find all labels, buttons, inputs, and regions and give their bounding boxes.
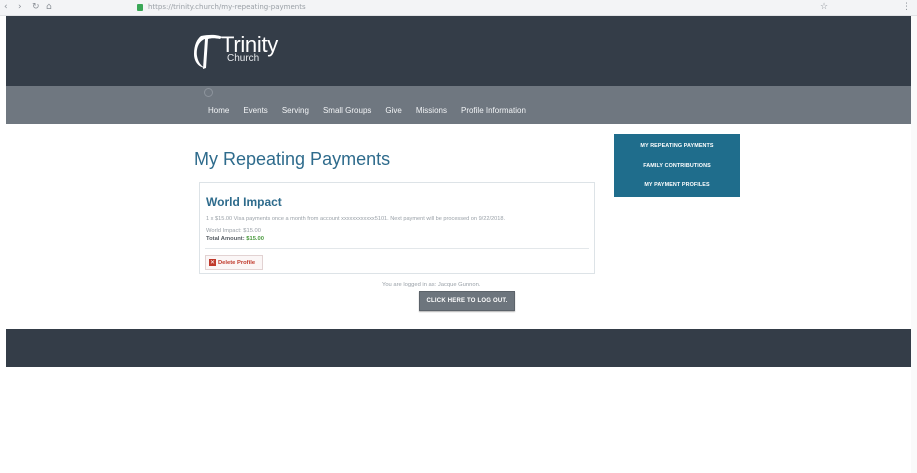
home-icon[interactable]: ⌂ bbox=[46, 2, 52, 12]
circle-icon bbox=[204, 88, 213, 97]
page: ‹ › ↻ ⌂ https://trinity.church/my-repeat… bbox=[0, 0, 917, 473]
nav-item-events[interactable]: Events bbox=[243, 106, 267, 115]
logo-text: Trinity Church bbox=[221, 32, 278, 64]
page-title: My Repeating Payments bbox=[194, 149, 391, 169]
site-header: Trinity Church bbox=[6, 16, 917, 86]
side-menu-my-repeating-payments[interactable]: MY REPEATING PAYMENTS bbox=[614, 143, 740, 149]
scrollbar[interactable] bbox=[911, 16, 917, 473]
nav-item-profile-information[interactable]: Profile Information bbox=[461, 106, 526, 115]
nav-item-serving[interactable]: Serving bbox=[282, 106, 309, 115]
logged-in-status: You are logged in as: Jacque Gunnon. bbox=[382, 282, 481, 288]
nav-item-give[interactable]: Give bbox=[385, 106, 401, 115]
bookmark-icon[interactable]: ☆ bbox=[820, 2, 828, 12]
lock-icon bbox=[137, 4, 143, 11]
total-label: Total Amount: bbox=[206, 236, 245, 242]
nav-item-small-groups[interactable]: Small Groups bbox=[323, 106, 371, 115]
payment-description: 1 x $15.00 Visa payments once a month fr… bbox=[206, 216, 506, 222]
delete-icon: ✕ bbox=[209, 259, 216, 266]
nav-item-home[interactable]: Home bbox=[208, 106, 229, 115]
delete-profile-label: Delete Profile bbox=[218, 259, 256, 266]
delete-profile-button[interactable]: ✕ Delete Profile bbox=[205, 255, 263, 270]
fund-line: World Impact: $15.00 bbox=[206, 228, 261, 234]
total-value: $15.00 bbox=[246, 236, 264, 242]
reload-icon[interactable]: ↻ bbox=[32, 2, 40, 12]
nav-list: Home Events Serving Small Groups Give Mi… bbox=[208, 106, 540, 115]
logout-button[interactable]: CLICK HERE TO LOG OUT. bbox=[419, 291, 515, 311]
repeating-payment-card: World Impact 1 x $15.00 Visa payments on… bbox=[199, 182, 595, 274]
side-menu-family-contributions[interactable]: FAMILY CONTRIBUTIONS bbox=[614, 163, 740, 169]
browser-toolbar: ‹ › ↻ ⌂ https://trinity.church/my-repeat… bbox=[0, 0, 917, 16]
payment-title: World Impact bbox=[206, 195, 282, 209]
site-logo[interactable]: Trinity Church bbox=[193, 32, 278, 72]
divider bbox=[205, 248, 589, 249]
back-icon[interactable]: ‹ bbox=[4, 2, 8, 12]
side-menu-my-payment-profiles[interactable]: MY PAYMENT PROFILES bbox=[614, 182, 740, 188]
nav-item-missions[interactable]: Missions bbox=[416, 106, 447, 115]
main-nav: Home Events Serving Small Groups Give Mi… bbox=[6, 86, 917, 124]
trinity-logo-icon bbox=[194, 34, 222, 69]
site-footer bbox=[6, 329, 917, 367]
forward-icon[interactable]: › bbox=[18, 2, 22, 12]
account-side-menu: MY REPEATING PAYMENTS FAMILY CONTRIBUTIO… bbox=[614, 134, 740, 197]
total-amount: Total Amount: $15.00 bbox=[206, 236, 264, 242]
address-bar[interactable]: https://trinity.church/my-repeating-paym… bbox=[148, 3, 306, 11]
menu-icon[interactable]: ⋮ bbox=[902, 2, 911, 12]
